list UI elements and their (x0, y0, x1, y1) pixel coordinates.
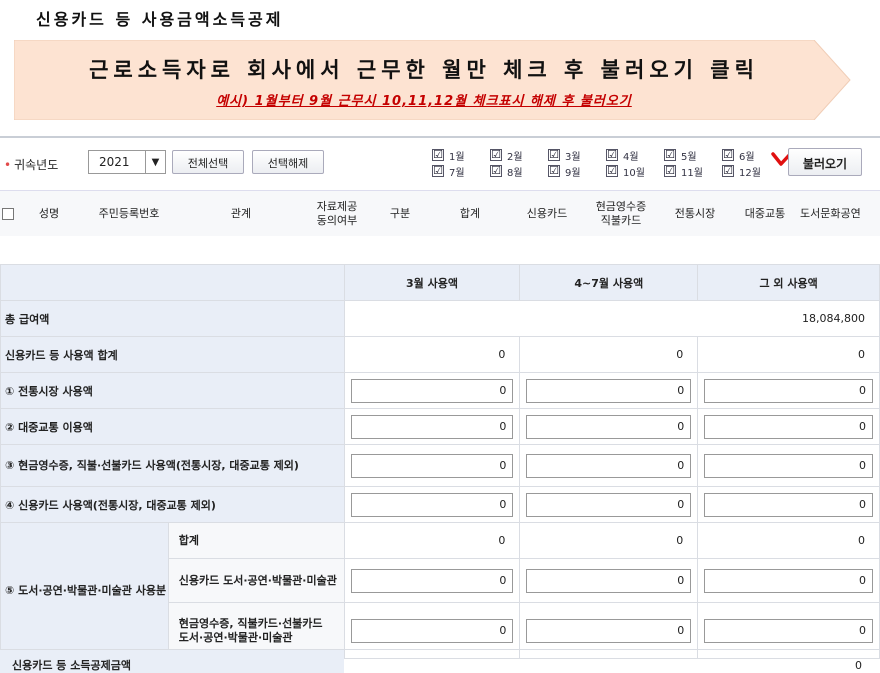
credit-card-apr-jul-input[interactable]: 0 (526, 492, 692, 517)
traditional-market-label: ① 전통시장 사용액 (0, 372, 345, 409)
culture-credit-march-input[interactable]: 0 (350, 568, 514, 593)
culture-total-label: 합계 (167, 522, 345, 559)
banner-main-text: 근로소득자로 회사에서 근무한 월만 체크 후 불러오기 클릭 (89, 58, 759, 82)
culture-total-apr-jul: 0 (519, 522, 699, 559)
select-all-button[interactable]: 전체선택 (172, 150, 244, 174)
col-total: 합계 (459, 207, 481, 220)
col-apr-jul-usage: 4~7월 사용액 (519, 264, 699, 301)
traditional-market-march-input[interactable]: 0 (350, 378, 514, 403)
page-title: 신용카드 등 사용금액소득공제 (36, 10, 284, 29)
month-checkbox-10[interactable]: ☑ 10월 (606, 164, 645, 179)
col-march-usage: 3월 사용액 (343, 264, 521, 301)
card-total-apr-jul: 0 (519, 336, 699, 373)
col-public-transport: 대중교통 (744, 207, 786, 220)
public-transport-march-input[interactable]: 0 (350, 414, 514, 439)
culture-label: ⑤ 도서·공연·박물관·미술관 사용분 (0, 522, 169, 659)
col-culture: 도서문화공연 (800, 207, 861, 220)
cash-receipt-march-input[interactable]: 0 (350, 453, 514, 478)
culture-total-march: 0 (343, 522, 521, 559)
month-checkboxes: ☑ 1월 ☑ 2월 ☑ 3월 ☑ 4월 ☑ 5월 ☑ 6월 ☑ 7월 ☑ 8월 ☑ 9월 ☑ 10월… (432, 148, 778, 184)
culture-cash-march-input[interactable]: 0 (350, 618, 514, 643)
table-row: ③ 현금영수증, 직불·선불카드 사용액(전통시장, 대중교통 제외) 0 0 … (0, 444, 880, 487)
deduction-label: 신용카드 등 소득공제금액 (0, 650, 344, 673)
culture-credit-label: 신용카드 도서·공연·박물관·미술관 (167, 558, 345, 603)
person-table-header: 성명 주민등록번호 관계 자료제공 동의여부 구분 합계 신용카드 현금영수증 … (0, 190, 880, 236)
credit-card-label: ④ 신용카드 사용액(전통시장, 대중교통 제외) (0, 486, 345, 523)
culture-cash-other-input[interactable]: 0 (704, 618, 873, 643)
col-relation: 관계 (230, 207, 252, 220)
traditional-market-apr-jul-input[interactable]: 0 (526, 378, 692, 403)
filter-bar: • 귀속년도 2021 ▼ 전체선택 선택해제 ☑ 1월 ☑ 2월 ☑ 3월 ☑ 4월 ☑… (0, 136, 880, 188)
col-traditional-market: 전통시장 (674, 207, 716, 220)
month-checkbox-9[interactable]: ☑ 9월 (548, 164, 581, 179)
col-resident-number: 주민등록번호 (98, 207, 160, 220)
month-checkbox-3[interactable]: ☑ 3월 (548, 148, 581, 163)
month-checkbox-7[interactable]: ☑ 7월 (432, 164, 465, 179)
banner-example-text: 예시) 1월부터 9월 근무시 10,11,12월 체크표시 해제 후 불러오기 (216, 94, 632, 109)
month-checkbox-2[interactable]: ☑ 2월 (490, 148, 523, 163)
col-name: 성명 (38, 207, 60, 220)
public-transport-label: ② 대중교통 이용액 (0, 408, 345, 445)
card-total-march: 0 (343, 336, 521, 373)
month-checkbox-1[interactable]: ☑ 1월 (432, 148, 465, 163)
month-checkbox-5[interactable]: ☑ 5월 (664, 148, 697, 163)
cash-receipt-label: ③ 현금영수증, 직불·선불카드 사용액(전통시장, 대중교통 제외) (0, 444, 345, 487)
culture-credit-other-input[interactable]: 0 (704, 568, 873, 593)
col-consent: 자료제공 동의여부 (316, 200, 358, 227)
month-checkbox-11[interactable]: ☑ 11월 (664, 164, 703, 179)
amount-table: 3월 사용액 4~7월 사용액 그 외 사용액 총 급여액 18,084,800… (0, 264, 880, 659)
table-row: ② 대중교통 이용액 0 0 0 (0, 408, 880, 445)
culture-credit-apr-jul-input[interactable]: 0 (526, 568, 692, 593)
year-select[interactable]: 2021 ▼ (88, 150, 166, 174)
credit-card-other-input[interactable]: 0 (704, 492, 873, 517)
total-salary-value: 18,084,800 (343, 300, 880, 337)
traditional-market-other-input[interactable]: 0 (704, 378, 873, 403)
table-row: ④ 신용카드 사용액(전통시장, 대중교통 제외) 0 0 0 (0, 486, 880, 523)
deselect-all-button[interactable]: 선택해제 (252, 150, 324, 174)
card-total-other: 0 (697, 336, 880, 373)
public-transport-apr-jul-input[interactable]: 0 (526, 414, 692, 439)
col-cash-receipt: 현금영수증 직불카드 (595, 200, 647, 227)
credit-card-march-input[interactable]: 0 (350, 492, 514, 517)
cash-receipt-other-input[interactable]: 0 (704, 453, 873, 478)
table-row: 신용카드 등 사용액 합계 0 0 0 (0, 336, 880, 373)
month-checkbox-8[interactable]: ☑ 8월 (490, 164, 523, 179)
year-label: • 귀속년도 (4, 158, 59, 172)
culture-total-other: 0 (697, 522, 880, 559)
col-other-usage: 그 외 사용액 (697, 264, 880, 301)
load-button[interactable]: 불러오기 (788, 148, 862, 176)
culture-cash-apr-jul-input[interactable]: 0 (526, 618, 692, 643)
deduction-row: 신용카드 등 소득공제금액 0 (0, 649, 880, 673)
table-row: ⑤ 도서·공연·박물관·미술관 사용분 합계 0 0 0 (0, 522, 880, 659)
deduction-value: 0 (855, 659, 862, 672)
col-credit-card: 신용카드 (526, 207, 568, 220)
chevron-down-icon: ▼ (145, 151, 165, 173)
month-checkbox-12[interactable]: ☑ 12월 (722, 164, 761, 179)
table-row: ① 전통시장 사용액 0 0 0 (0, 372, 880, 409)
cash-receipt-apr-jul-input[interactable]: 0 (526, 453, 692, 478)
table-row: 총 급여액 18,084,800 (0, 300, 880, 337)
month-checkbox-6[interactable]: ☑ 6월 (722, 148, 755, 163)
month-checkbox-4[interactable]: ☑ 4월 (606, 148, 639, 163)
amount-table-corner (0, 264, 345, 301)
instruction-banner: 근로소득자로 회사에서 근무한 월만 체크 후 불러오기 클릭 예시) 1월부터… (14, 40, 854, 120)
select-all-checkbox[interactable] (2, 208, 14, 220)
public-transport-other-input[interactable]: 0 (704, 414, 873, 439)
total-salary-label: 총 급여액 (0, 300, 345, 337)
col-type: 구분 (389, 207, 411, 220)
card-total-label: 신용카드 등 사용액 합계 (0, 336, 345, 373)
